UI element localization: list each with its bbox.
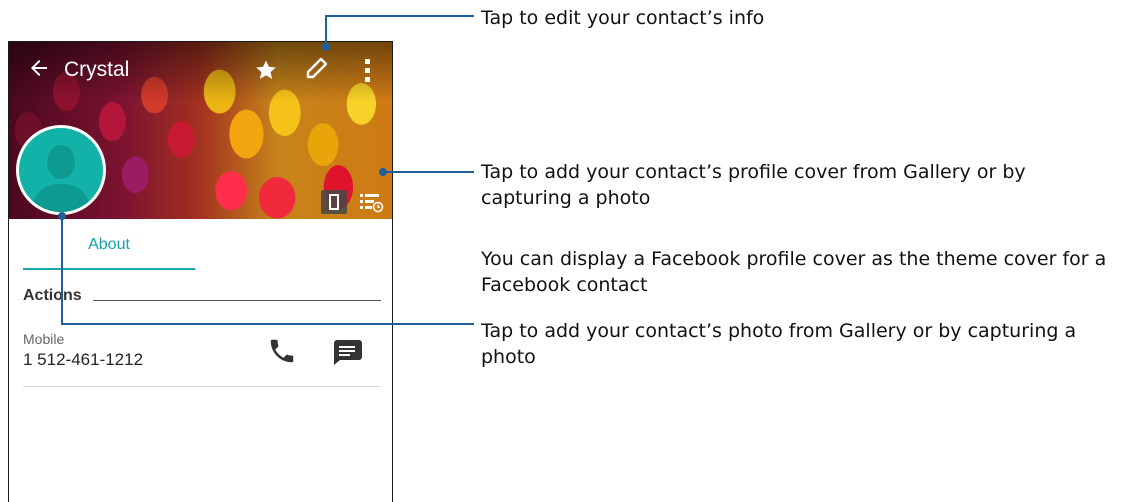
list-clock-icon[interactable] xyxy=(358,190,384,214)
top-app-bar: Crystal xyxy=(9,42,392,98)
contact-name-title: Crystal xyxy=(64,58,130,81)
portrait-icon[interactable] xyxy=(321,190,347,214)
callout-contact-photo: Tap to add your contact’s photo from Gal… xyxy=(481,320,1077,368)
callout-facebook-cover: You can display a Facebook profile cover… xyxy=(481,248,1107,296)
tab-indicator xyxy=(23,268,195,270)
callout-edit-info: Tap to edit your contact’s info xyxy=(481,7,765,29)
pencil-icon[interactable] xyxy=(304,57,328,83)
overflow-menu-icon[interactable] xyxy=(362,58,374,84)
star-icon[interactable] xyxy=(254,58,278,82)
callout-profile-cover: Tap to add your contact’s profile cover … xyxy=(481,161,1026,209)
tab-about[interactable]: About xyxy=(23,227,195,271)
phone-number[interactable]: 1 512-461-1212 xyxy=(23,350,143,370)
arrow-back-icon[interactable] xyxy=(27,56,51,80)
phone-icon[interactable] xyxy=(267,336,297,366)
section-divider xyxy=(93,300,381,301)
message-icon[interactable] xyxy=(331,338,363,366)
section-title-actions: Actions xyxy=(23,287,82,304)
contact-avatar[interactable] xyxy=(16,125,106,215)
phone-type-label: Mobile xyxy=(23,331,65,347)
phone-screen: Crystal About Actions Mobile 1 512-461-1… xyxy=(8,41,393,502)
row-divider xyxy=(23,386,381,387)
person-silhouette-icon xyxy=(31,145,91,212)
